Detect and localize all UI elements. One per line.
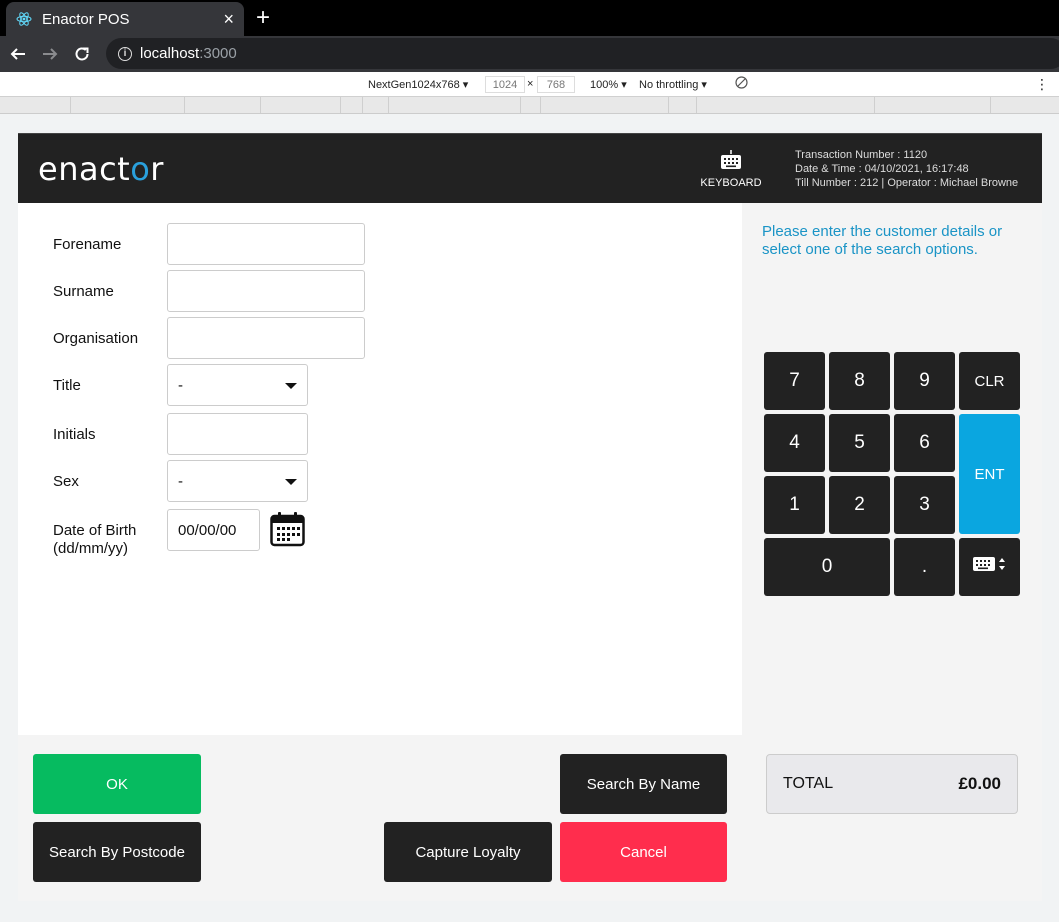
forename-input[interactable] (167, 223, 365, 265)
total-label: TOTAL (783, 775, 834, 792)
dob-value: 00/00/00 (178, 521, 237, 539)
dimension-separator: × (527, 78, 534, 90)
reload-icon[interactable] (68, 40, 96, 68)
keyboard-button[interactable]: KEYBOARD (696, 150, 766, 189)
surname-label: Surname (53, 283, 114, 300)
total-display: TOTAL £0.00 (766, 754, 1018, 814)
tab-close-icon[interactable]: × (223, 10, 234, 28)
zoom-select[interactable]: 100% ▾ (590, 78, 627, 91)
dob-format-label: (dd/mm/yy) (53, 540, 128, 557)
key-enter[interactable]: ENT (959, 414, 1020, 534)
app-header: enactor KEYBOARD Transaction Number : 11… (18, 133, 1042, 203)
date-time: Date & Time : 04/10/2021, 16:17:48 (795, 163, 969, 175)
initials-label: Initials (53, 426, 96, 443)
transaction-info: Transaction Number : 1120 Date & Time : … (795, 148, 1018, 190)
address-bar[interactable]: i localhost:3000 (106, 38, 1059, 69)
sex-select[interactable]: - (167, 460, 308, 502)
chevron-down-icon (285, 479, 297, 485)
pos-app: enactor KEYBOARD Transaction Number : 11… (18, 133, 1042, 901)
tab-title: Enactor POS (42, 10, 130, 28)
new-tab-icon[interactable]: + (256, 4, 270, 32)
sex-label: Sex (53, 473, 79, 490)
url-port: :3000 (199, 45, 237, 62)
keyboard-icon (696, 150, 766, 173)
height-input[interactable]: 768 (537, 76, 575, 93)
title-label: Title (53, 377, 81, 394)
organisation-label: Organisation (53, 330, 139, 347)
surname-input[interactable] (167, 270, 365, 312)
key-6[interactable]: 6 (894, 414, 955, 472)
key-7[interactable]: 7 (764, 352, 825, 410)
key-clear[interactable]: CLR (959, 352, 1020, 410)
key-5[interactable]: 5 (829, 414, 890, 472)
transaction-number: Transaction Number : 1120 (795, 149, 928, 161)
key-4[interactable]: 4 (764, 414, 825, 472)
instruction-prompt: Please enter the customer details or sel… (762, 223, 1003, 258)
enactor-logo: enactor (38, 150, 164, 188)
capture-loyalty-button[interactable]: Capture Loyalty (384, 822, 552, 882)
browser-tab[interactable]: Enactor POS × (6, 2, 244, 36)
total-value: £0.00 (958, 774, 1001, 793)
till-operator: Till Number : 212 | Operator : Michael B… (795, 177, 1019, 189)
ok-button[interactable]: OK (33, 754, 201, 814)
url-host: localhost (140, 45, 200, 62)
logo-o-mark: o (130, 150, 151, 188)
browser-toolbar: i localhost:3000 (0, 36, 1059, 72)
initials-input[interactable] (167, 413, 308, 455)
organisation-input[interactable] (167, 317, 365, 359)
dob-input[interactable]: 00/00/00 (167, 509, 260, 551)
back-arrow-icon[interactable] (4, 40, 32, 68)
search-by-postcode-button[interactable]: Search By Postcode (33, 822, 201, 882)
search-by-name-button[interactable]: Search By Name (560, 754, 727, 814)
key-8[interactable]: 8 (829, 352, 890, 410)
title-select[interactable]: - (167, 364, 308, 406)
forename-label: Forename (53, 236, 122, 253)
cancel-button[interactable]: Cancel (560, 822, 727, 882)
key-2[interactable]: 2 (829, 476, 890, 534)
keyboard-label: KEYBOARD (700, 177, 762, 189)
throttling-select[interactable]: No throttling ▾ (639, 78, 707, 91)
width-input[interactable]: 1024 (485, 76, 525, 93)
media-query-ruler (0, 97, 1059, 114)
react-favicon-icon (16, 11, 32, 27)
sex-value: - (178, 472, 183, 490)
rotate-icon[interactable] (735, 76, 748, 92)
site-info-icon[interactable]: i (118, 46, 132, 61)
key-9[interactable]: 9 (894, 352, 955, 410)
key-3[interactable]: 3 (894, 476, 955, 534)
key-decimal[interactable]: . (894, 538, 955, 596)
key-1[interactable]: 1 (764, 476, 825, 534)
key-0[interactable]: 0 (764, 538, 890, 596)
calendar-icon[interactable] (270, 511, 305, 552)
forward-arrow-icon[interactable] (36, 40, 64, 68)
dob-label: Date of Birth (53, 522, 137, 539)
browser-tabbar: Enactor POS × + (0, 0, 1059, 36)
keyboard-toggle-button[interactable] (959, 538, 1020, 596)
title-value: - (178, 376, 183, 394)
keyboard-toggle-icon (972, 555, 1008, 579)
more-options-icon[interactable]: ⋮ (1035, 76, 1049, 93)
customer-form: Forename Surname Organisation Title - In… (18, 203, 742, 735)
device-toolbar: NextGen1024x768 ▾ 1024 × 768 100% ▾ No t… (0, 72, 1059, 97)
chevron-down-icon (285, 383, 297, 389)
device-select[interactable]: NextGen1024x768 ▾ (368, 78, 468, 91)
